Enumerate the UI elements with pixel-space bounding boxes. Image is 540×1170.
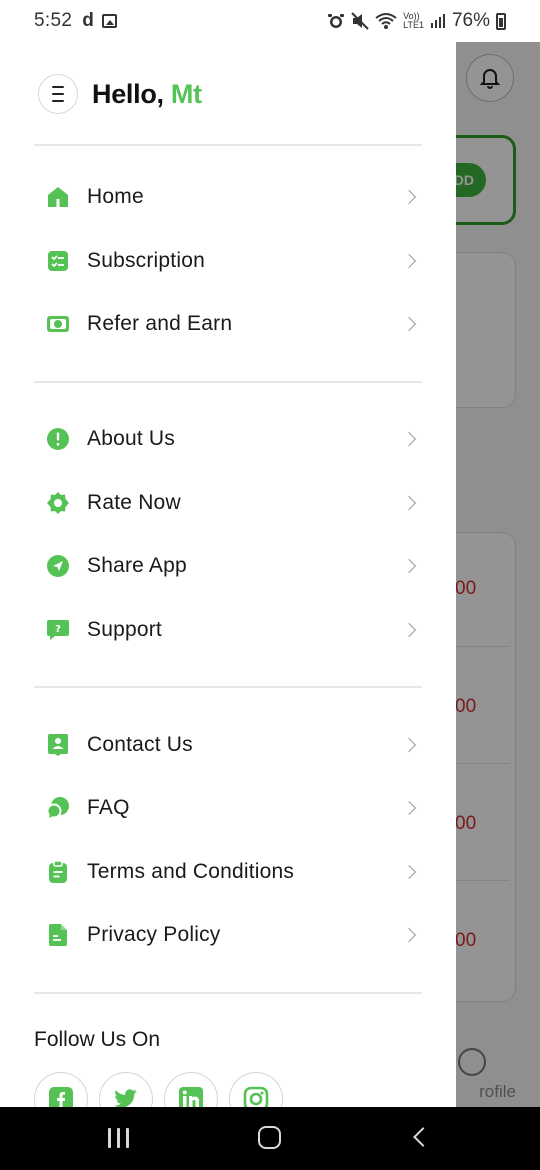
svg-text:?: ? [55,624,61,635]
drawer-divider [34,686,422,688]
gallery-notification-icon [101,14,117,28]
chevron-right-icon [401,622,417,638]
recent-apps-icon [108,1128,111,1148]
chevron-right-icon [401,558,417,574]
menu-item-label: Subscription [87,249,205,272]
menu-item-label: Support [87,618,162,641]
menu-item-label: Refer and Earn [87,312,233,335]
recent-apps-icon [126,1128,129,1148]
battery-icon [496,12,506,30]
menu-icon-line [52,86,64,88]
alarm-icon [328,14,345,28]
menu-item-terms-and-conditions[interactable]: Terms and Conditions [34,848,422,896]
menu-item-about-us[interactable]: About Us [34,415,422,463]
menu-item-home[interactable]: Home [34,173,422,221]
faq-chat-icon [46,796,70,820]
wifi-icon [375,13,397,29]
chevron-right-icon [401,495,417,511]
chevron-right-icon [401,431,417,447]
chevron-right-icon [401,800,417,816]
menu-item-label: Contact Us [87,733,193,756]
menu-item-label: Home [87,185,144,208]
status-bar: 5:52 d Vo)) LTE1 76% [0,0,540,42]
clipboard-icon [46,860,70,884]
facebook-button[interactable] [34,1072,88,1107]
menu-item-faq[interactable]: FAQ [34,784,422,832]
follow-us-title: Follow Us On [34,1028,161,1051]
twitter-icon [114,1089,137,1107]
status-notification-d: d [82,10,94,31]
navigation-drawer: Hello, Mt Home Subscription Refer and Ea… [0,42,456,1107]
status-time: 5:52 [34,10,73,31]
menu-item-support[interactable]: ? Support [34,606,422,654]
chevron-right-icon [401,927,417,943]
instagram-icon [243,1086,269,1107]
status-right-icons: Vo)) LTE1 76% [327,10,506,32]
greeting: Hello, Mt [92,79,202,110]
menu-item-label: Rate Now [87,491,181,514]
back-nav-button[interactable] [413,1127,433,1147]
menu-item-rate-now[interactable]: Rate Now [34,479,422,527]
menu-item-refer-and-earn[interactable]: Refer and Earn [34,300,422,348]
chevron-right-icon [401,864,417,880]
menu-item-privacy-policy[interactable]: Privacy Policy [34,911,422,959]
network-label: Vo)) LTE1 [403,11,424,30]
badge-star-icon [46,491,70,515]
drawer-divider [34,144,422,146]
linkedin-icon [179,1087,203,1107]
share-send-icon [46,554,70,578]
user-name: Mt [170,78,202,109]
home-icon [46,185,70,209]
status-left-icons: d [82,10,117,32]
instagram-button[interactable] [229,1072,283,1107]
mute-icon [351,12,369,30]
facebook-icon [49,1087,73,1107]
greeting-text: Hello, [92,78,164,109]
money-icon [46,312,70,336]
subscription-icon [46,249,70,273]
drawer-divider [34,992,422,994]
info-icon [46,427,70,451]
recent-apps-icon [117,1128,120,1148]
linkedin-button[interactable] [164,1072,218,1107]
menu-item-label: Privacy Policy [87,923,221,946]
menu-item-contact-us[interactable]: Contact Us [34,721,422,769]
menu-icon-line [52,93,64,95]
support-chat-icon: ? [46,618,70,642]
menu-item-subscription[interactable]: Subscription [34,237,422,285]
recent-apps-button[interactable] [108,1128,129,1148]
twitter-button[interactable] [99,1072,153,1107]
chevron-right-icon [401,737,417,753]
menu-toggle-button[interactable] [38,74,78,114]
battery-percent: 76% [451,10,490,31]
chevron-right-icon [401,316,417,332]
menu-item-label: About Us [87,427,175,450]
chevron-right-icon [401,189,417,205]
menu-item-label: FAQ [87,796,130,819]
contact-icon [46,733,70,757]
system-nav-bar [0,1107,540,1170]
menu-icon-line [52,100,64,102]
chevron-right-icon [401,253,417,269]
signal-icon [430,14,445,28]
drawer-header: Hello, Mt [38,74,202,114]
drawer-divider [34,381,422,383]
menu-item-label: Terms and Conditions [87,860,295,883]
menu-item-share-app[interactable]: Share App [34,542,422,590]
menu-item-label: Share App [87,554,187,577]
home-nav-button[interactable] [258,1126,281,1149]
document-icon [46,923,70,947]
